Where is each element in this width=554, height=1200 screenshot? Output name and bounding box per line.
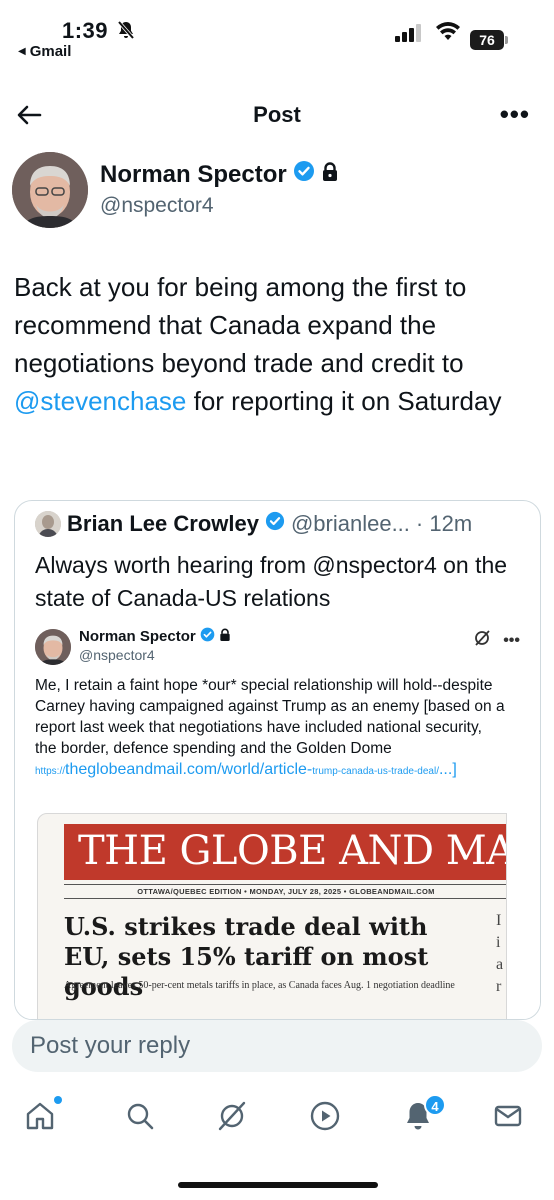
mention-link[interactable]: @stevenchase [14, 386, 186, 416]
mail-icon [493, 1101, 523, 1136]
home-icon [24, 1100, 56, 1137]
tab-search[interactable] [120, 1098, 160, 1138]
reply-input[interactable]: Post your reply [12, 1020, 542, 1072]
screenshot-link-suffix: trump-canada-us-trade-deal/ [312, 766, 439, 777]
quoted-post[interactable]: Brian Lee Crowley @brianlee... · 12m Alw… [14, 500, 541, 1020]
masthead-title: THE GLOBE AND MA [78, 828, 507, 874]
home-new-indicator [54, 1096, 62, 1104]
home-indicator[interactable] [178, 1182, 378, 1188]
silent-bell-icon [116, 20, 136, 45]
play-circle-icon [309, 1100, 341, 1137]
quote-timestamp: · 12m [415, 511, 473, 536]
verified-badge-icon [265, 511, 285, 537]
screenshot-link-end: ...] [438, 761, 457, 778]
quote-author-handle: @brianlee... [290, 511, 410, 536]
verified-badge-icon [293, 160, 315, 189]
grok-icon [473, 629, 491, 652]
screenshot-link-main: theglobeandmail.com/world/article- [65, 761, 313, 778]
screenshot-link-prefix: https:// [35, 766, 66, 777]
battery-nub [505, 36, 508, 44]
back-to-app-link[interactable]: ◀ Gmail [18, 43, 71, 60]
quote-text: Always worth hearing from @nspector4 on … [35, 552, 508, 611]
newspaper-side-column: I i a r [496, 912, 504, 995]
post-text-start: Back at you for being among the first to… [14, 272, 467, 378]
screenshot-author-handle: @nspector4 [79, 647, 155, 663]
screenshot-text: Me, I retain a faint hope *our* special … [35, 677, 505, 757]
post-text: Back at you for being among the first to… [14, 268, 534, 420]
reply-placeholder: Post your reply [30, 1032, 191, 1059]
newspaper-masthead: THE GLOBE AND MA [64, 824, 507, 880]
tab-home[interactable] [20, 1098, 60, 1138]
screenshot-post-text: Me, I retain a faint hope *our* special … [35, 675, 505, 782]
author-name-row[interactable]: Norman Spector [100, 160, 339, 189]
bottom-tab-bar [0, 1090, 554, 1146]
screenshot-avatar [35, 629, 71, 665]
page-title: Post [253, 102, 301, 127]
newspaper-subhead: Agreement leaves 50-per-cent metals tari… [64, 980, 455, 991]
back-app-label: Gmail [29, 43, 72, 60]
status-time: 1:39 [62, 18, 109, 43]
grok-icon [216, 1100, 248, 1137]
more-options-icon: ••• [503, 631, 520, 649]
newspaper-edition-line: OTTAWA/QUEBEC EDITION • MONDAY, JULY 28,… [64, 884, 506, 899]
post-text-end: for reporting it on Saturday [186, 386, 502, 416]
back-triangle-icon: ◀ [18, 46, 26, 57]
wifi-icon [435, 22, 461, 47]
search-icon [125, 1101, 155, 1136]
screenshot-author-name: Norman Spector [79, 628, 196, 645]
avatar[interactable] [12, 152, 88, 228]
author-name: Norman Spector [100, 160, 287, 188]
tab-video[interactable] [305, 1098, 345, 1138]
quote-header: Brian Lee Crowley @brianlee... · 12m [35, 511, 472, 537]
more-options-icon[interactable]: ••• [500, 101, 530, 127]
notifications-badge: 4 [424, 1094, 446, 1116]
quote-avatar [35, 511, 61, 537]
battery-indicator: 76 [470, 30, 504, 50]
screenshot-author-row: Norman Spector [79, 627, 231, 646]
screenshot-icons: ••• [473, 629, 520, 652]
tab-messages[interactable] [488, 1098, 528, 1138]
quote-author-name: Brian Lee Crowley [67, 511, 259, 536]
lock-icon [321, 161, 339, 189]
post-header: Post ••• [0, 92, 554, 138]
tab-grok[interactable] [212, 1098, 252, 1138]
newspaper-image: THE GLOBE AND MA OTTAWA/QUEBEC EDITION •… [37, 813, 507, 1019]
lock-icon [219, 628, 231, 646]
author-handle: @nspector4 [100, 194, 214, 217]
cell-signal-icon [395, 24, 423, 47]
verified-badge-icon [200, 627, 215, 646]
status-bar: 1:39 ◀ Gmail 76 [0, 0, 554, 70]
quote-image[interactable]: Norman Spector @nspector4 ••• Me, I reta… [15, 623, 540, 1019]
